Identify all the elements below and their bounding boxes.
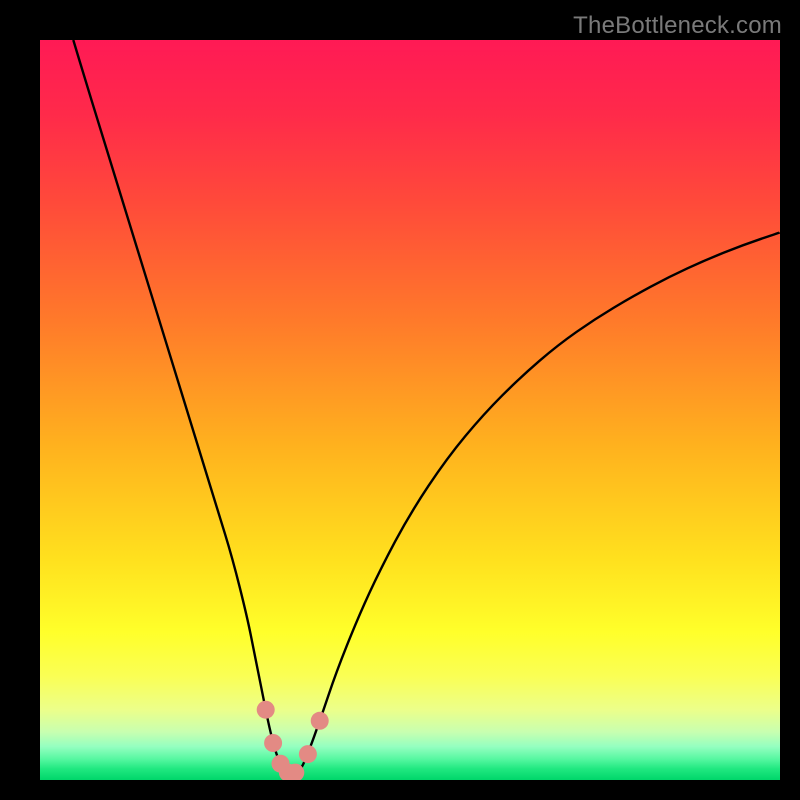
curve-layer <box>40 40 780 780</box>
curve-markers <box>257 701 329 780</box>
bottleneck-curve <box>73 40 780 775</box>
curve-marker <box>311 712 329 730</box>
watermark-label: TheBottleneck.com <box>573 12 782 40</box>
curve-marker <box>299 745 317 763</box>
curve-marker <box>257 701 275 719</box>
plot-area <box>40 40 780 780</box>
chart-frame: TheBottleneck.com <box>0 0 800 800</box>
curve-marker <box>264 734 282 752</box>
